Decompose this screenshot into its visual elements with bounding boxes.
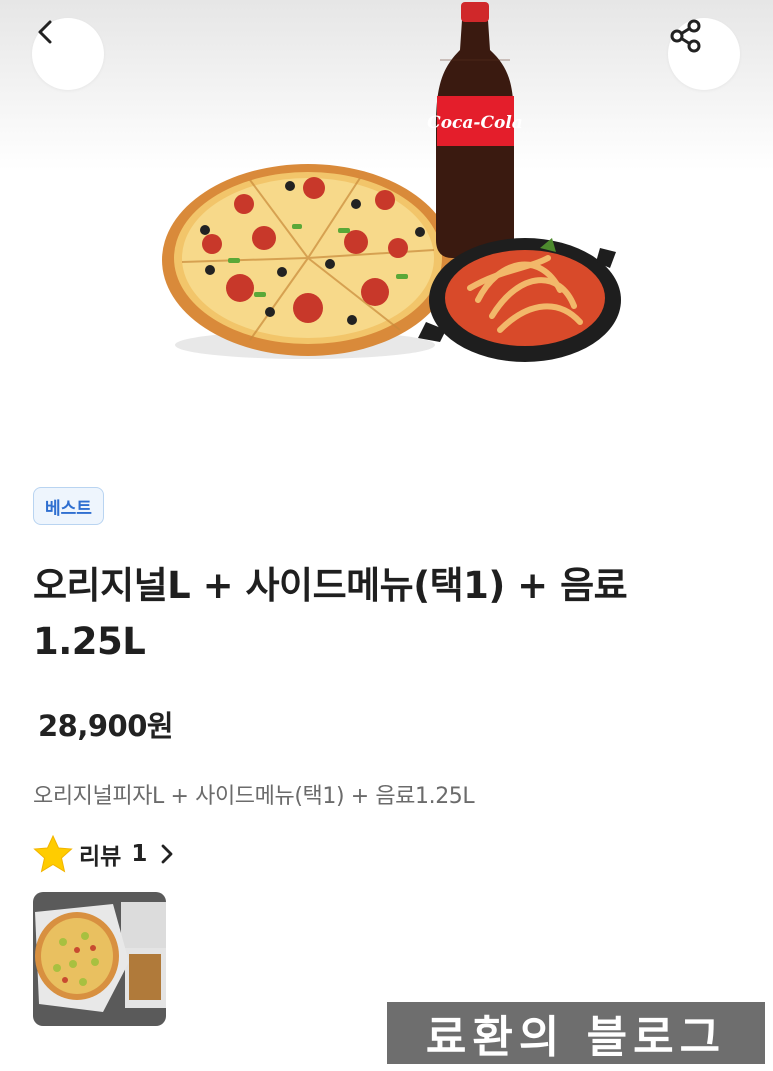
product-price: 28,900원 [38,709,174,743]
product-title-line1: 오리지널L + 사이드메뉴(택1) + 음료 [33,564,628,607]
product-photo: Coca-Cola [162,2,621,362]
chevron-left-icon [38,20,52,44]
best-badge: 베스트 [33,487,104,525]
product-title: 오리지널L + 사이드메뉴(택1) + 음료 1.25L [33,558,743,670]
svg-text:Coca-Cola: Coca-Cola [427,113,523,133]
product-title-line2: 1.25L [33,620,146,663]
review-link[interactable]: 리뷰 1 [33,834,175,874]
chevron-right-icon [159,843,175,865]
review-photo-thumbnail[interactable] [33,892,166,1026]
share-icon [670,19,701,53]
back-button[interactable] [32,18,104,90]
star-icon [33,835,73,873]
review-count: 1 [131,841,148,867]
blog-watermark: 료환의 블로그 [387,1002,765,1064]
product-hero-image: Coca-Cola [0,0,773,440]
share-button[interactable] [668,18,740,90]
review-label: 리뷰 [79,844,122,870]
product-description: 오리지널피자L + 사이드메뉴(택1) + 음료1.25L [33,784,475,809]
